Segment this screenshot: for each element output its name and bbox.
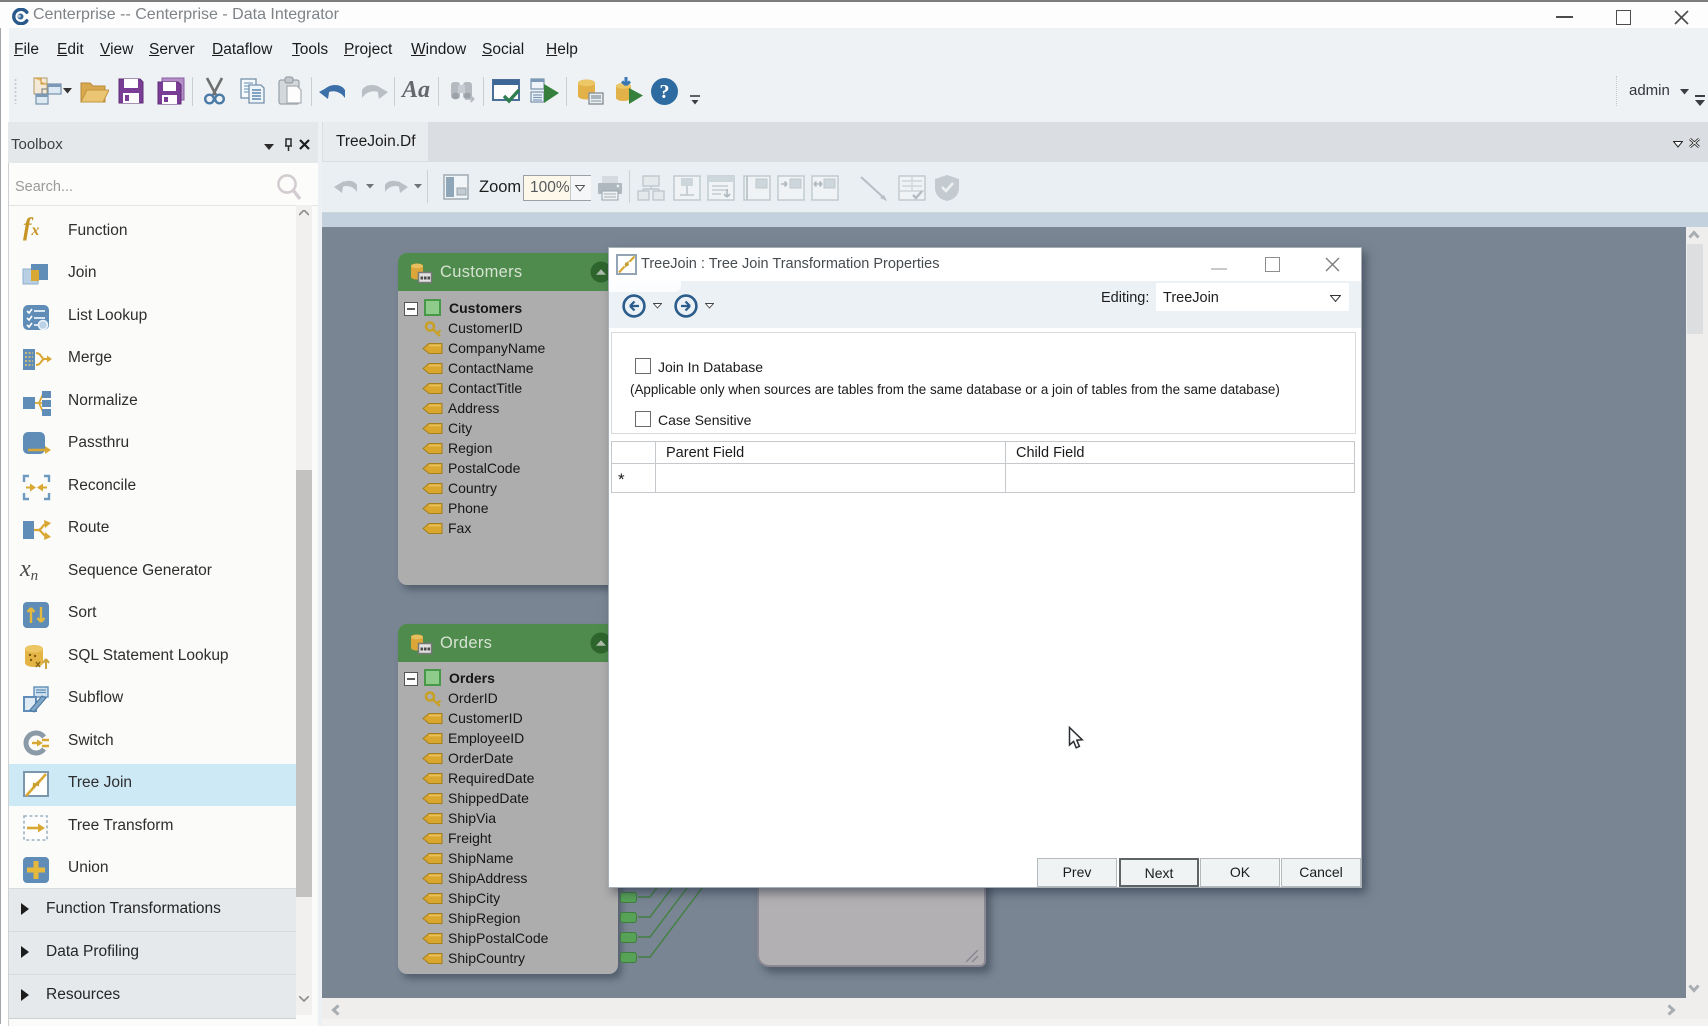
- svg-text:?: ?: [660, 81, 670, 103]
